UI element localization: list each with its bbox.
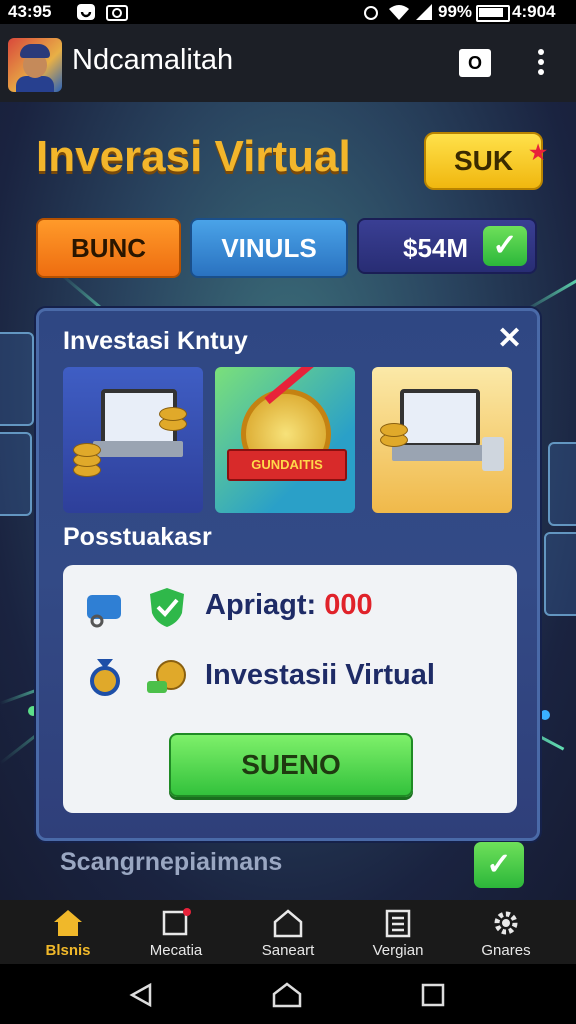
suk-button-label: SUK xyxy=(453,145,514,176)
nav-label-mecatia: Mecatia xyxy=(149,942,203,959)
nav-item-saneart[interactable]: Saneart xyxy=(238,900,338,964)
nav-item-vergian[interactable]: Vergian xyxy=(348,900,448,964)
square-button[interactable]: O xyxy=(459,49,491,77)
laptop-icon xyxy=(400,389,480,447)
decor-card-left-top xyxy=(0,332,34,426)
wifi-icon xyxy=(389,5,409,20)
amount-text: Apriagt: 000 xyxy=(205,589,373,622)
status-bar: 43:95 99% 4:904 xyxy=(0,0,576,24)
star-badge-icon: ★ xyxy=(529,142,547,164)
battery-icon xyxy=(476,5,510,22)
avatar[interactable] xyxy=(8,38,62,92)
panel-title: Investasi Kntuy xyxy=(63,327,248,355)
sync-icon xyxy=(364,6,378,20)
nav-label-vergian: Vergian xyxy=(372,942,424,959)
chip-balance[interactable]: $54M ✓ xyxy=(357,218,537,274)
investment-text: Investasii Virtual xyxy=(205,659,435,691)
tile-laptop-coins[interactable] xyxy=(63,367,203,513)
check-icon[interactable]: ✓ xyxy=(483,226,527,266)
balance-label: $54M xyxy=(403,233,469,263)
more-menu-icon[interactable] xyxy=(533,46,549,82)
chip-bunc[interactable]: BUNC xyxy=(36,218,181,278)
house-outline-icon xyxy=(273,909,303,938)
app-bar: Ndcamalitah O xyxy=(0,24,576,102)
footer-check-button[interactable]: ✓ xyxy=(474,842,524,888)
tile-medal[interactable]: GUNDAITIS xyxy=(215,367,355,513)
investment-panel: Investasi Kntuy ✕ GUNDAITIS Posstuakasr … xyxy=(36,308,540,841)
status-clock-right: 4:904 xyxy=(512,2,556,21)
gear-icon xyxy=(494,911,518,935)
nav-item-gnares[interactable]: Gnares xyxy=(456,900,556,964)
decor-card-right-bottom xyxy=(544,532,576,616)
shield-check-icon xyxy=(150,588,184,627)
wallet-icon xyxy=(87,595,121,628)
decor-card-left-bottom xyxy=(0,432,32,516)
notification-square-icon xyxy=(162,908,191,936)
home-nav-icon[interactable] xyxy=(272,982,302,1008)
nav-label-saneart: Saneart xyxy=(261,942,315,959)
camera-notification-icon xyxy=(106,5,128,21)
tile-laptop-desk[interactable] xyxy=(372,367,512,513)
back-icon[interactable] xyxy=(128,982,154,1008)
section-title: Posstuakasr xyxy=(63,523,212,551)
decor-dot xyxy=(540,710,550,720)
nav-item-mecatia[interactable]: Mecatia xyxy=(126,900,226,964)
amount-value: 000 xyxy=(324,589,373,621)
signal-icon xyxy=(416,4,432,20)
document-icon xyxy=(385,909,411,938)
app-title: Ndcamalitah xyxy=(72,44,234,76)
amount-label: Apriagt: xyxy=(205,589,325,621)
battery-percent: 99% xyxy=(438,2,473,21)
recents-icon[interactable] xyxy=(420,982,446,1008)
coins-icon xyxy=(147,660,186,693)
medal-ribbon: GUNDAITIS xyxy=(227,449,347,481)
main-content: Inverasi Virtual SUK ★ BUNC VINULS $54M … xyxy=(0,102,576,900)
info-box: Apriagt: 000 Investasii Virtual SUENO xyxy=(63,565,517,813)
pencil-cup-icon xyxy=(482,437,504,471)
nav-label-blsnis: Blsnis xyxy=(45,942,91,959)
hero-title: Inverasi Virtual xyxy=(36,132,351,181)
bottom-nav: Blsnis Mecatia Saneart Vergian Gnares xyxy=(0,900,576,964)
nav-label-gnares: Gnares xyxy=(481,942,531,959)
suk-button[interactable]: SUK ★ xyxy=(424,132,547,190)
status-time: 43:95 xyxy=(8,2,52,21)
decor-card-right-top xyxy=(548,442,576,526)
app-notification-icon xyxy=(77,4,95,20)
home-icon xyxy=(54,910,82,936)
nav-item-blsnis[interactable]: Blsnis xyxy=(18,900,118,964)
chip-vinuls[interactable]: VINULS xyxy=(190,218,348,278)
footer-label: Scangrnepiaimans xyxy=(60,848,283,876)
system-nav-bar xyxy=(0,964,576,1024)
medal-ribbon-icon xyxy=(90,659,120,696)
close-icon[interactable]: ✕ xyxy=(497,321,522,356)
sueno-button[interactable]: SUENO xyxy=(169,733,413,797)
